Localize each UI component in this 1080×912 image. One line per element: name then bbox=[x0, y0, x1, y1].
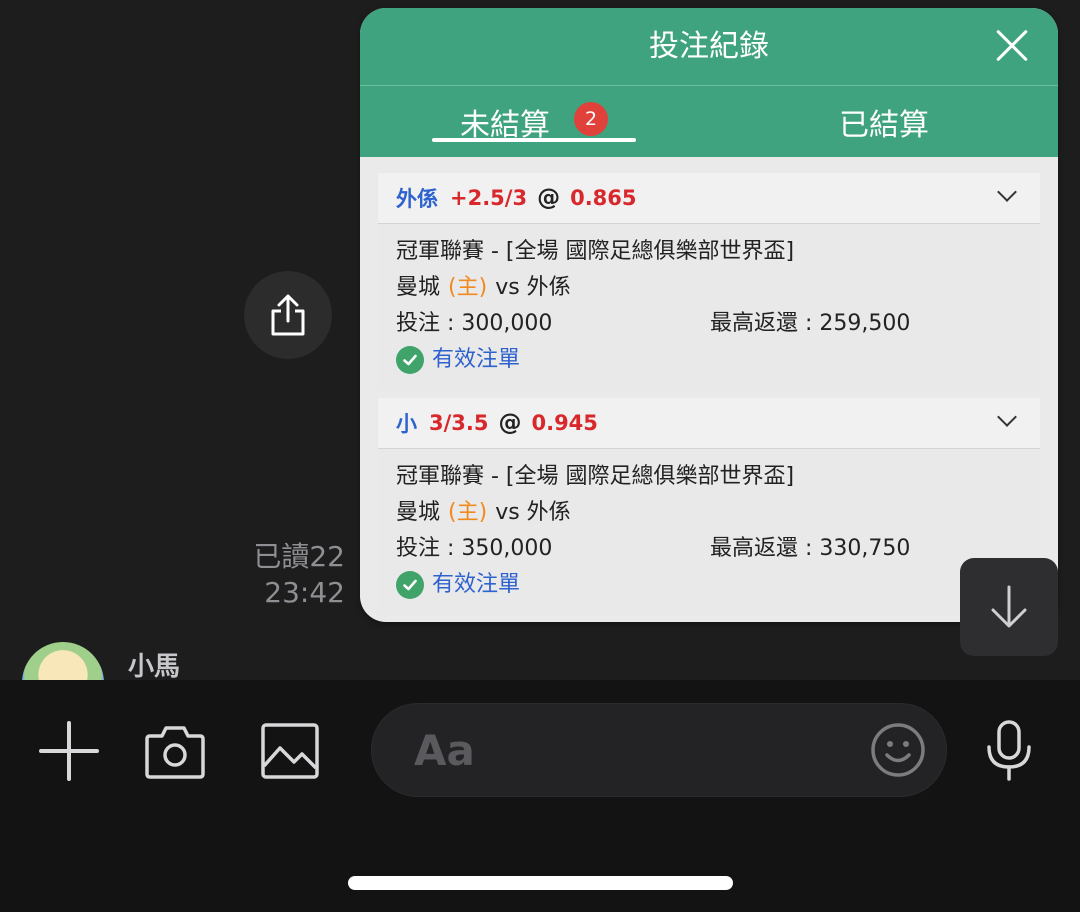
bet-record-card[interactable]: 投注紀錄 未結算 2 已結算 外係 +2.5/3 @ 0.865 冠軍聯賽 - … bbox=[360, 8, 1058, 622]
match-line: 曼城 (主) vs 外係 bbox=[396, 495, 1022, 531]
camera-icon bbox=[145, 726, 205, 779]
home-tag: (主) bbox=[448, 275, 488, 300]
home-tag: (主) bbox=[448, 500, 488, 525]
max-return: 最高返還 : 259,500 bbox=[710, 311, 911, 336]
chevron-down-icon[interactable] bbox=[997, 407, 1017, 427]
message-input[interactable]: Aa bbox=[371, 703, 947, 797]
away-team: vs 外係 bbox=[495, 500, 571, 525]
bet-handicap: 3/3.5 bbox=[429, 411, 489, 435]
at-sign: @ bbox=[498, 410, 522, 436]
bet-handicap: +2.5/3 bbox=[450, 186, 528, 210]
card-header: 投注紀錄 bbox=[360, 8, 1058, 86]
league-line: 冠軍聯賽 - [全場 國際足總俱樂部世界盃] bbox=[396, 239, 795, 264]
stake-amount: 投注 : 300,000 bbox=[396, 311, 553, 336]
bet-details: 冠軍聯賽 - [全場 國際足總俱樂部世界盃] 曼城 (主) vs 外係 投注 : 3… bbox=[378, 223, 1040, 390]
plus-icon bbox=[39, 721, 99, 781]
bet-list: 外係 +2.5/3 @ 0.865 冠軍聯賽 - [全場 國際足總俱樂部世界盃]… bbox=[360, 157, 1058, 615]
share-icon bbox=[271, 294, 305, 336]
active-tab-indicator bbox=[432, 138, 636, 142]
gallery-button[interactable] bbox=[258, 720, 322, 782]
image-icon bbox=[261, 723, 319, 779]
tab-label: 已結算 bbox=[839, 107, 929, 143]
bet-summary[interactable]: 小 3/3.5 @ 0.945 bbox=[378, 398, 1040, 448]
sender-name: 小馬 bbox=[128, 652, 181, 682]
match-line: 曼城 (主) vs 外係 bbox=[396, 270, 1022, 306]
bet-odds: 0.865 bbox=[570, 186, 637, 210]
count-badge: 2 bbox=[574, 101, 608, 136]
max-return: 最高返還 : 330,750 bbox=[710, 536, 911, 561]
at-sign: @ bbox=[537, 185, 561, 211]
status-label: 有效注單 bbox=[432, 347, 521, 372]
add-button[interactable] bbox=[36, 718, 102, 784]
stake-amount: 投注 : 350,000 bbox=[396, 536, 553, 561]
league-line: 冠軍聯賽 - [全場 國際足總俱樂部世界盃] bbox=[396, 464, 795, 489]
read-receipt: 已讀22 bbox=[253, 540, 345, 573]
home-team: 曼城 bbox=[396, 500, 441, 525]
camera-button[interactable] bbox=[142, 720, 208, 782]
bet-odds: 0.945 bbox=[531, 411, 598, 435]
bet-selection: 外係 bbox=[396, 187, 438, 211]
scroll-to-bottom-button[interactable] bbox=[960, 558, 1058, 656]
microphone-button[interactable] bbox=[982, 718, 1036, 784]
tab-unsettled[interactable]: 未結算 2 bbox=[432, 86, 636, 157]
close-icon[interactable] bbox=[994, 28, 1030, 64]
message-time: 23:42 bbox=[264, 576, 345, 609]
chevron-down-icon[interactable] bbox=[997, 182, 1017, 202]
share-button[interactable] bbox=[244, 271, 332, 359]
smiley-icon[interactable] bbox=[870, 722, 926, 778]
check-circle-icon bbox=[396, 571, 424, 599]
home-indicator bbox=[348, 876, 733, 890]
bet-item[interactable]: 小 3/3.5 @ 0.945 冠軍聯賽 - [全場 國際足總俱樂部世界盃] 曼… bbox=[378, 398, 1040, 615]
arrow-down-icon bbox=[991, 585, 1027, 628]
tab-label: 未結算 bbox=[460, 107, 550, 143]
bet-selection: 小 bbox=[396, 412, 417, 436]
stake-row: 投注 : 350,000 最高返還 : 330,750 bbox=[396, 531, 1022, 567]
bet-item[interactable]: 外係 +2.5/3 @ 0.865 冠軍聯賽 - [全場 國際足總俱樂部世界盃]… bbox=[378, 173, 1040, 390]
microphone-icon bbox=[987, 720, 1031, 781]
bet-status: 有效注單 bbox=[396, 567, 1022, 603]
bet-status: 有效注單 bbox=[396, 342, 1022, 378]
bet-summary[interactable]: 外係 +2.5/3 @ 0.865 bbox=[378, 173, 1040, 223]
check-circle-icon bbox=[396, 346, 424, 374]
status-label: 有效注單 bbox=[432, 572, 521, 597]
bet-details: 冠軍聯賽 - [全場 國際足總俱樂部世界盃] 曼城 (主) vs 外係 投注 : 3… bbox=[378, 448, 1040, 615]
read-status: 已讀22 23:42 bbox=[253, 539, 345, 611]
home-team: 曼城 bbox=[396, 275, 441, 300]
tab-settled[interactable]: 已結算 bbox=[764, 86, 1004, 157]
stake-row: 投注 : 300,000 最高返還 : 259,500 bbox=[396, 306, 1022, 342]
card-title: 投注紀錄 bbox=[649, 29, 769, 64]
input-placeholder: Aa bbox=[414, 726, 475, 775]
tab-bar: 未結算 2 已結算 bbox=[360, 86, 1058, 157]
away-team: vs 外係 bbox=[495, 275, 571, 300]
